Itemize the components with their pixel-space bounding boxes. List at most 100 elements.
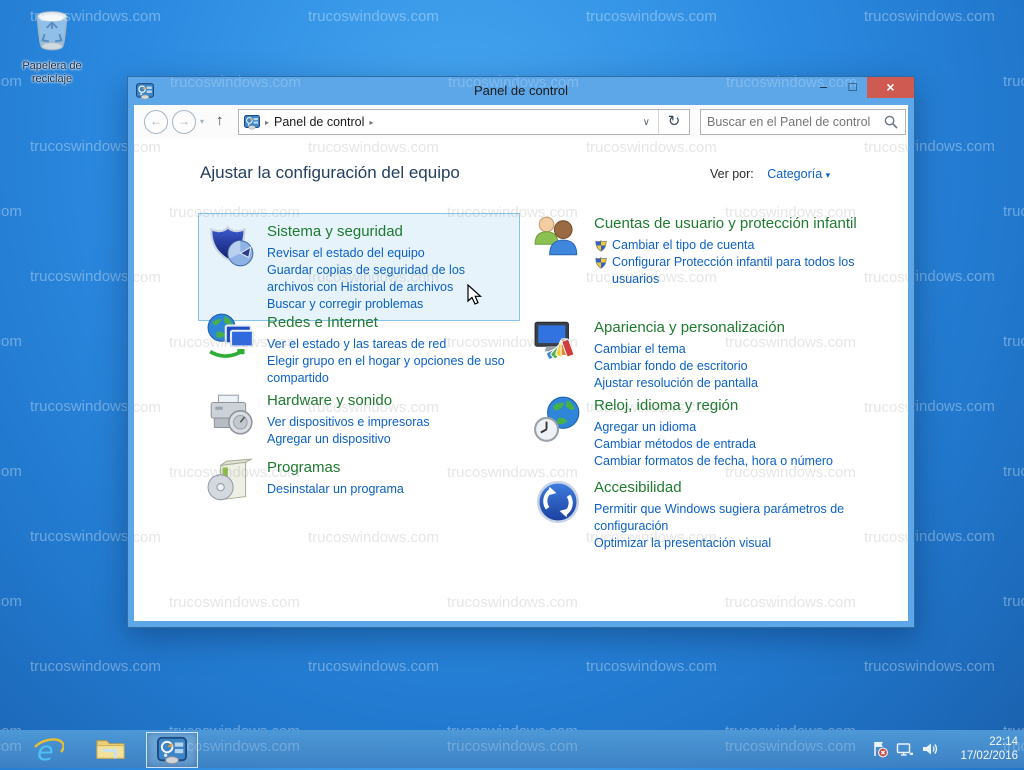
link-sistema-seguridad-0[interactable]: Revisar el estado del equipo	[267, 245, 512, 262]
navigation-toolbar: ← → ▾ ↑ ▸ Panel de control ▸ ∨ ↻	[134, 105, 908, 139]
search-input[interactable]	[701, 115, 884, 129]
link-text[interactable]: Revisar el estado del equipo	[267, 245, 425, 262]
link-text[interactable]: Ver el estado y las tareas de red	[267, 336, 446, 353]
category-accesibilidad: Accesibilidad Permitir que Windows sugier…	[533, 477, 870, 552]
link-programas-0[interactable]: Desinstalar un programa	[267, 481, 404, 498]
hardware-sonido-icon[interactable]	[206, 390, 256, 440]
programas-icon[interactable]	[206, 457, 256, 507]
apariencia-icon[interactable]	[533, 317, 583, 367]
link-reloj-idioma-0[interactable]: Agregar un idioma	[594, 419, 833, 436]
clock-time: 22:14	[952, 735, 1018, 749]
category-hardware-sonido: Hardware y sonido Ver dispositivos e impr…	[206, 390, 430, 448]
watermark-text: trucoswindows.com	[1003, 203, 1024, 220]
taskbar-item-internet-explorer[interactable]: e	[22, 732, 74, 768]
clock-date: 17/02/2016	[952, 749, 1018, 763]
link-text[interactable]: Buscar y corregir problemas	[267, 296, 423, 313]
link-cuentas-usuario-1[interactable]: Configurar Protección infantil para todo…	[594, 254, 870, 288]
link-text[interactable]: Configurar Protección infantil para todo…	[612, 254, 870, 288]
link-text[interactable]: Cambiar fondo de escritorio	[594, 358, 748, 375]
link-reloj-idioma-2[interactable]: Cambiar formatos de fecha, hora o número	[594, 453, 833, 470]
refresh-button[interactable]: ↻	[658, 110, 689, 134]
category-title-programas[interactable]: Programas	[267, 458, 404, 477]
category-title-reloj-idioma[interactable]: Reloj, idioma y región	[594, 396, 833, 415]
action-center-flag-icon[interactable]	[871, 740, 889, 758]
link-sistema-seguridad-1[interactable]: Guardar copias de seguridad de los archi…	[267, 262, 512, 296]
link-apariencia-0[interactable]: Cambiar el tema	[594, 341, 785, 358]
search-icon[interactable]	[884, 115, 898, 129]
category-title-sistema-seguridad[interactable]: Sistema y seguridad	[267, 222, 512, 241]
link-text[interactable]: Desinstalar un programa	[267, 481, 404, 498]
link-hardware-sonido-1[interactable]: Agregar un dispositivo	[267, 431, 430, 448]
link-text[interactable]: Cambiar métodos de entrada	[594, 436, 756, 453]
watermark-text: trucoswindows.com	[864, 658, 995, 675]
link-text[interactable]: Permitir que Windows sugiera parámetros …	[594, 501, 870, 535]
recent-pages-dropdown-icon[interactable]: ▾	[200, 117, 204, 126]
watermark-text: trucoswindows.com	[1003, 463, 1024, 480]
clock[interactable]: 22:14 17/02/2016	[952, 735, 1018, 763]
address-dropdown-icon[interactable]: ∨	[643, 117, 650, 128]
control-panel-crumb-icon	[244, 114, 260, 130]
link-text[interactable]: Agregar un idioma	[594, 419, 696, 436]
close-button[interactable]: ×	[867, 77, 914, 98]
taskbar-item-control-panel[interactable]	[146, 732, 198, 768]
sistema-seguridad-icon[interactable]	[206, 221, 256, 271]
link-hardware-sonido-0[interactable]: Ver dispositivos e impresoras	[267, 414, 430, 431]
uac-shield-icon	[594, 238, 608, 253]
link-text[interactable]: Agregar un dispositivo	[267, 431, 391, 448]
link-reloj-idioma-1[interactable]: Cambiar métodos de entrada	[594, 436, 833, 453]
category-title-hardware-sonido[interactable]: Hardware y sonido	[267, 391, 430, 410]
redes-internet-icon[interactable]	[206, 312, 256, 362]
link-text[interactable]: Cambiar el tipo de cuenta	[612, 237, 754, 254]
reloj-idioma-icon[interactable]	[533, 395, 583, 445]
link-text[interactable]: Ajustar resolución de pantalla	[594, 375, 758, 392]
control-panel-icon	[157, 735, 187, 765]
cuentas-usuario-icon[interactable]	[533, 213, 583, 263]
link-apariencia-1[interactable]: Cambiar fondo de escritorio	[594, 358, 785, 375]
recycle-bin-icon[interactable]	[29, 41, 75, 58]
network-icon[interactable]	[896, 740, 914, 758]
recycle-bin[interactable]: Papelera de reciclaje	[8, 8, 96, 86]
link-text[interactable]: Guardar copias de seguridad de los archi…	[267, 262, 512, 296]
link-sistema-seguridad-2[interactable]: Buscar y corregir problemas	[267, 296, 512, 313]
link-text[interactable]: Cambiar formatos de fecha, hora o número	[594, 453, 833, 470]
view-by-dropdown[interactable]: Categoría	[767, 167, 822, 181]
link-redes-internet-1[interactable]: Elegir grupo en el hogar y opciones de u…	[267, 353, 519, 387]
link-redes-internet-0[interactable]: Ver el estado y las tareas de red	[267, 336, 519, 353]
link-text[interactable]: Optimizar la presentación visual	[594, 535, 771, 552]
breadcrumb-arrow-icon[interactable]: ▸	[265, 118, 269, 127]
link-accesibilidad-0[interactable]: Permitir que Windows sugiera parámetros …	[594, 501, 870, 535]
taskbar: trucoswindows.comtrucoswindows.comtrucos…	[0, 730, 1024, 768]
link-text[interactable]: Ver dispositivos e impresoras	[267, 414, 430, 431]
link-accesibilidad-1[interactable]: Optimizar la presentación visual	[594, 535, 870, 552]
category-title-accesibilidad[interactable]: Accesibilidad	[594, 478, 870, 497]
link-text[interactable]: Elegir grupo en el hogar y opciones de u…	[267, 353, 519, 387]
page-title: Ajustar la configuración del equipo	[200, 163, 460, 183]
taskbar-item-file-explorer[interactable]	[84, 732, 136, 768]
up-button[interactable]: ↑	[216, 112, 224, 129]
minimize-button[interactable]: –	[809, 77, 838, 98]
category-sistema-seguridad: Sistema y seguridad Revisar el estado del…	[198, 213, 520, 321]
category-title-apariencia[interactable]: Apariencia y personalización	[594, 318, 785, 337]
category-apariencia: Apariencia y personalización Cambiar el t…	[533, 317, 785, 392]
uac-shield-icon	[594, 255, 608, 270]
link-text[interactable]: Cambiar el tema	[594, 341, 686, 358]
category-title-cuentas-usuario[interactable]: Cuentas de usuario y protección infantil	[594, 214, 870, 233]
view-by-dropdown-icon[interactable]: ▾	[826, 170, 831, 180]
back-button[interactable]: ←	[144, 110, 168, 134]
forward-button[interactable]: →	[172, 110, 196, 134]
link-cuentas-usuario-0[interactable]: Cambiar el tipo de cuenta	[594, 237, 870, 254]
address-bar[interactable]: ▸ Panel de control ▸ ∨ ↻	[238, 109, 690, 135]
breadcrumb-arrow-icon[interactable]: ▸	[369, 118, 373, 127]
watermark-text: trucoswindows.com	[864, 529, 908, 546]
window-titlebar[interactable]: Panel de control – □ × trucoswindows.com…	[128, 77, 914, 105]
watermark-text: trucoswindows.com	[0, 203, 22, 220]
accesibilidad-icon[interactable]	[533, 477, 583, 527]
category-title-redes-internet[interactable]: Redes e Internet	[267, 313, 519, 332]
watermark-text: trucoswindows.com	[308, 8, 439, 25]
maximize-button[interactable]: □	[838, 77, 867, 98]
search-box[interactable]	[700, 109, 906, 135]
breadcrumb-location[interactable]: Panel de control	[274, 115, 364, 129]
link-apariencia-2[interactable]: Ajustar resolución de pantalla	[594, 375, 785, 392]
watermark-text: trucoswindows.com	[864, 8, 995, 25]
volume-icon[interactable]	[921, 740, 939, 758]
